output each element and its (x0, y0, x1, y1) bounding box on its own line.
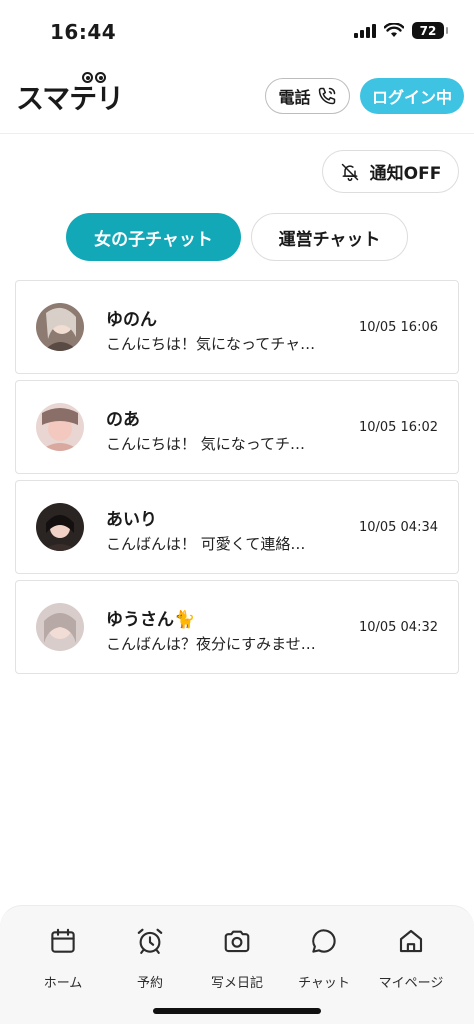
chat-list-item[interactable]: ゆのん こんにちは！気になってチャ… 10/05 16:06 (15, 280, 459, 374)
avatar (36, 303, 84, 351)
home-indicator (153, 1008, 321, 1014)
nav-item-reservation[interactable]: 予約 (105, 926, 195, 991)
phone-icon (318, 87, 335, 105)
nav-label: 写メ日記 (210, 976, 263, 991)
phone-button-label: 電話 (278, 88, 311, 107)
phone-button[interactable]: 電話 (265, 78, 350, 114)
notification-toggle-label: 通知OFF (369, 164, 442, 184)
app-logo[interactable]: スマテリ (16, 72, 124, 117)
cellular-signal-icon (354, 23, 376, 38)
chat-timestamp: 10/05 04:34 (358, 520, 438, 535)
camera-icon (224, 930, 250, 953)
nav-label: チャット (298, 976, 350, 991)
nav-label: 予約 (136, 976, 163, 991)
calendar-icon (51, 928, 75, 953)
chat-timestamp: 10/05 16:02 (358, 420, 438, 435)
tab-girls-chat[interactable]: 女の子チャット (66, 213, 241, 261)
chat-list-item[interactable]: のあ こんにちは！ 気になってチ… 10/05 16:02 (15, 380, 459, 474)
notification-toggle-button[interactable]: 通知OFF (322, 150, 459, 193)
chat-list-item[interactable]: あいり こんばんは！ 可愛くて連絡… 10/05 04:34 (15, 480, 459, 574)
avatar (36, 403, 84, 451)
logo-text: スマテリ (16, 82, 124, 115)
chat-timestamp: 10/05 16:06 (358, 320, 438, 335)
status-icons: 72 (354, 22, 448, 39)
nav-item-home[interactable]: ホーム (18, 926, 108, 991)
alarm-clock-icon (137, 928, 163, 954)
chat-sender-name: ゆうさん🐈 (106, 610, 196, 630)
bell-off-icon (341, 163, 358, 181)
house-icon (399, 929, 423, 953)
app-root: 16:44 72 スマテリ 電話 ログイン中 通知OFF 女の子チャット 運営チ… (0, 0, 474, 1024)
chat-list-item[interactable]: ゆうさん🐈 こんばんは？夜分にすみませ… 10/05 04:32 (15, 580, 459, 674)
nav-label: ホーム (43, 976, 83, 991)
bottom-navigation: ホーム 予約 写メ日記 チャット マイページ (0, 905, 474, 1024)
nav-item-mypage[interactable]: マイページ (366, 926, 456, 991)
nav-label: マイページ (378, 976, 444, 991)
chat-message-preview: こんにちは！ 気になってチ… (106, 435, 306, 453)
chat-bubble-icon (312, 929, 336, 953)
logo-eyes-icon (82, 72, 106, 83)
chat-message-preview: こんばんは？夜分にすみませ… (106, 635, 316, 653)
chat-sender-name: ゆのん (106, 310, 157, 330)
chat-message-preview: こんにちは！気になってチャ… (106, 335, 316, 353)
status-time: 16:44 (50, 20, 117, 44)
app-header: スマテリ 電話 ログイン中 (0, 62, 474, 134)
avatar (36, 603, 84, 651)
nav-item-chat[interactable]: チャット (279, 926, 369, 991)
chat-message-preview: こんばんは！ 可愛くて連絡… (106, 535, 306, 553)
chat-sender-name: のあ (106, 410, 140, 430)
wifi-icon (384, 23, 404, 37)
battery-icon: 72 (412, 22, 448, 39)
chat-sender-name: あいり (106, 510, 157, 530)
login-status-button[interactable]: ログイン中 (360, 78, 464, 114)
chat-timestamp: 10/05 04:32 (358, 620, 438, 635)
tab-admin-chat[interactable]: 運営チャット (251, 213, 408, 261)
avatar (36, 503, 84, 551)
chat-list: ゆのん こんにちは！気になってチャ… 10/05 16:06 のあ こんにちは！… (15, 280, 459, 680)
nav-item-photo-diary[interactable]: 写メ日記 (192, 926, 282, 991)
status-bar: 16:44 72 (0, 0, 474, 62)
